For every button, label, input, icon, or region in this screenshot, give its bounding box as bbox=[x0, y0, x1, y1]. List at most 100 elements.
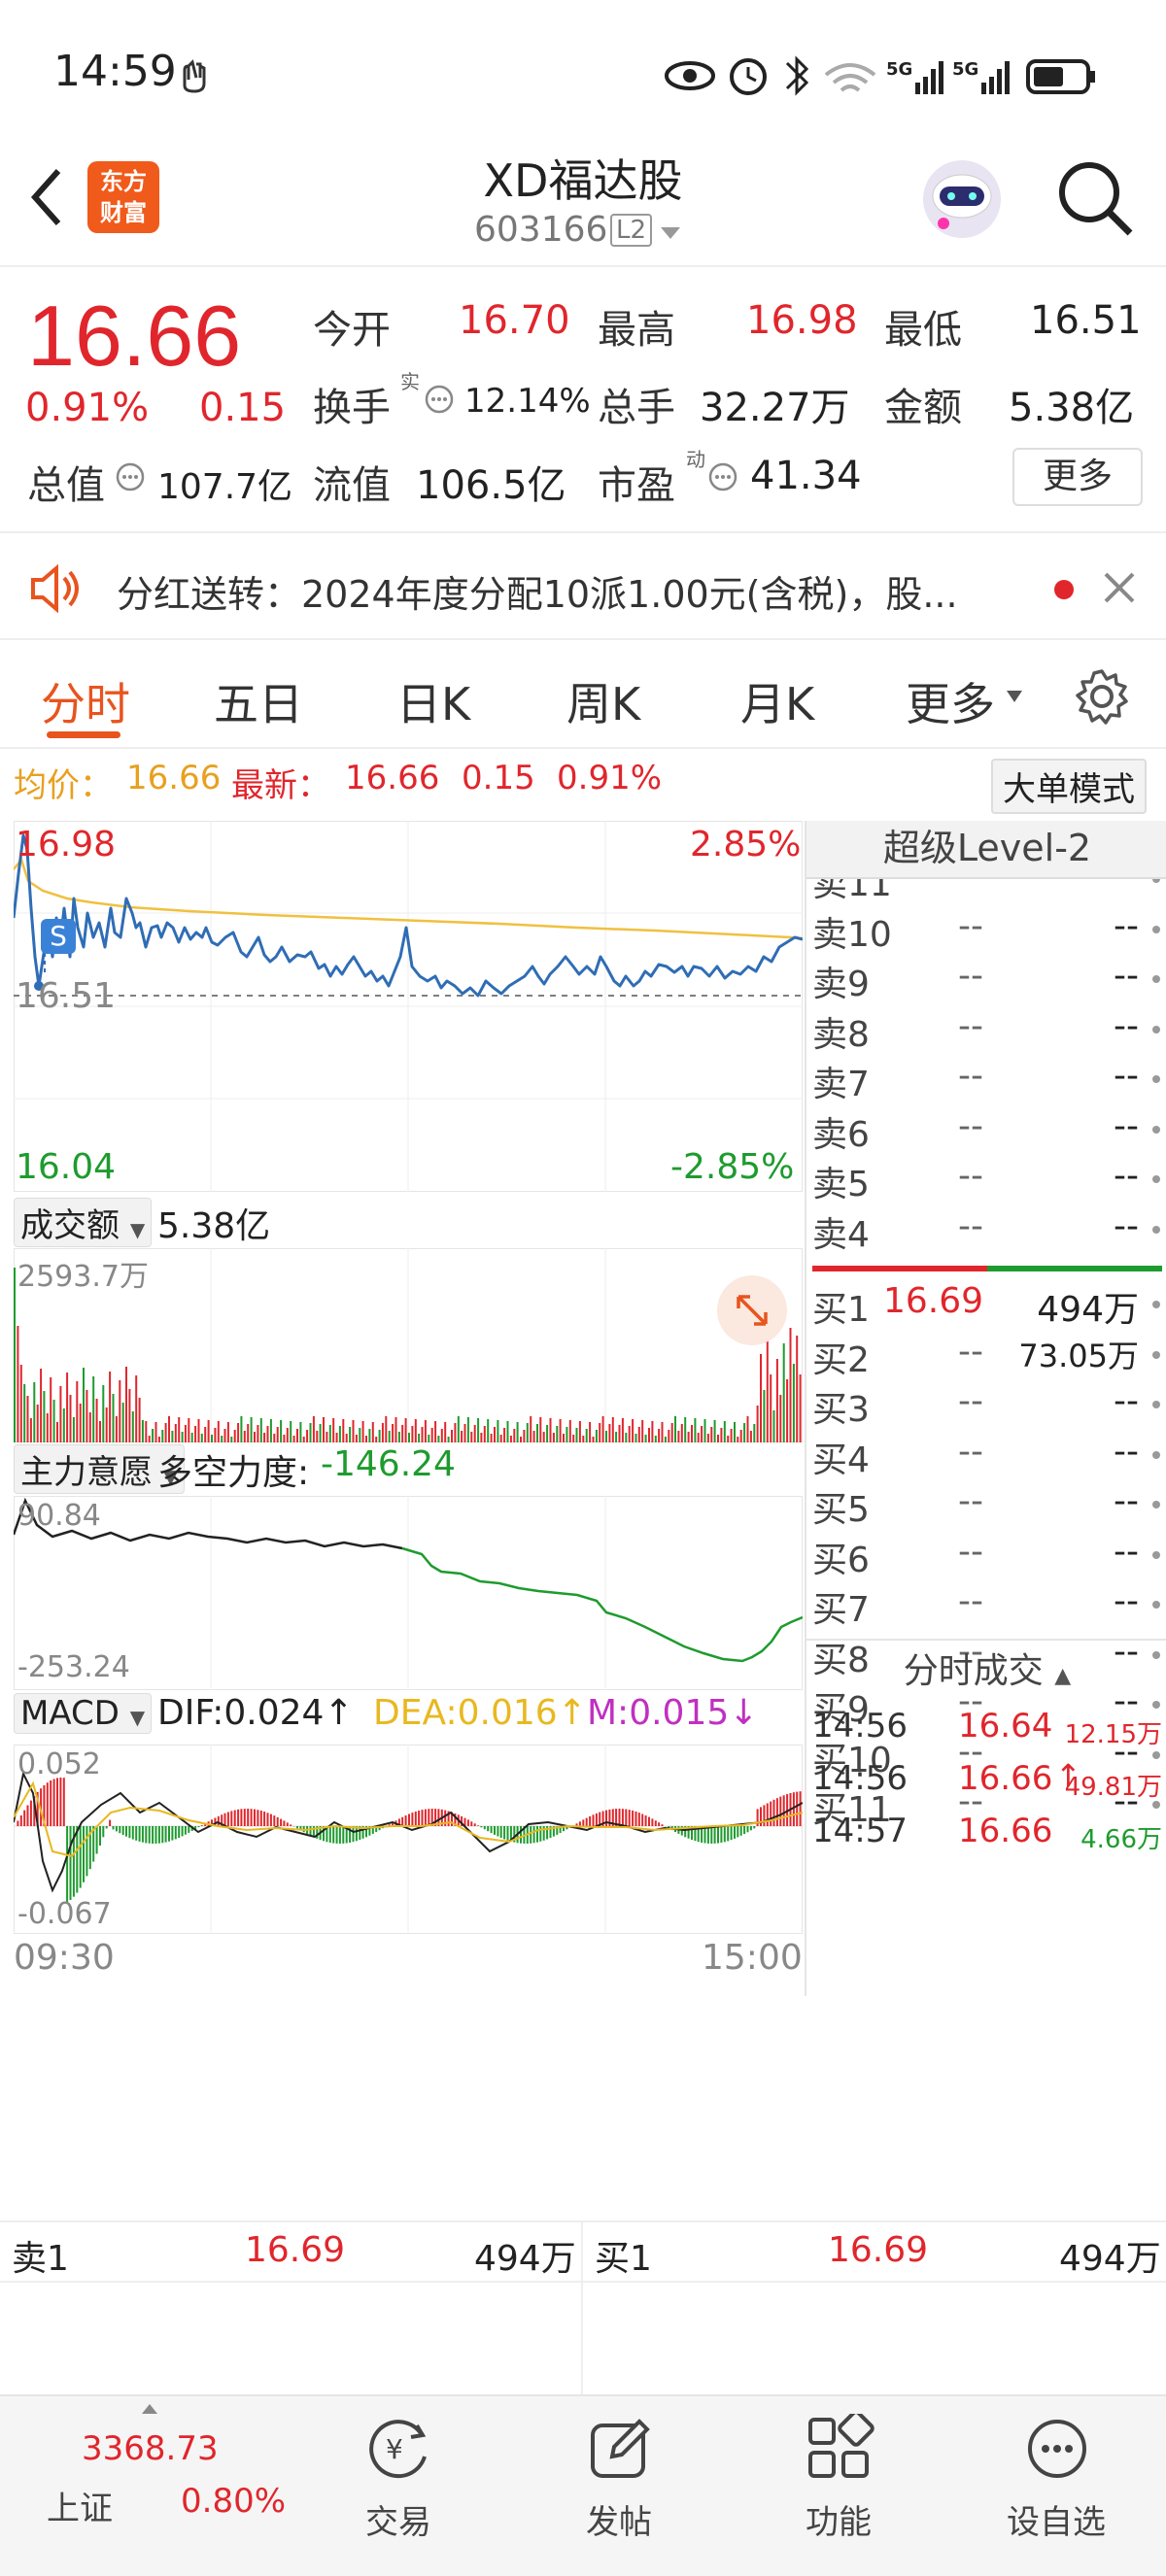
trade-volume: 49.81万 bbox=[1064, 1773, 1162, 1802]
order-level-label: 买7 bbox=[812, 1590, 870, 1630]
row-dot bbox=[1152, 1301, 1160, 1308]
order-row[interactable]: 买7 -- -- bbox=[806, 1577, 1166, 1630]
close-icon[interactable] bbox=[1102, 570, 1137, 605]
search-icon[interactable] bbox=[1054, 157, 1136, 239]
trade-volume: 12.15万 bbox=[1064, 1720, 1162, 1749]
tab-monthly-k[interactable]: 月K bbox=[740, 669, 814, 733]
nav-functions[interactable]: 功能 bbox=[766, 2396, 911, 2576]
trades-title-row[interactable]: 分时成交 ▲ bbox=[806, 1643, 1166, 1693]
macd-bar bbox=[99, 1826, 101, 1846]
volume-bar bbox=[257, 1425, 259, 1442]
speaker-icon bbox=[31, 564, 79, 613]
chevron-down-icon[interactable] bbox=[1005, 689, 1024, 704]
volume-bar bbox=[119, 1380, 121, 1442]
macd-bar bbox=[641, 1813, 644, 1826]
order-row[interactable]: 卖11---- bbox=[806, 879, 1166, 904]
order-row[interactable]: 买2 -- 73.05万 bbox=[806, 1328, 1166, 1380]
nav-post-label: 发帖 bbox=[586, 2503, 652, 2542]
volume-bar bbox=[214, 1428, 217, 1442]
volume-bar bbox=[566, 1427, 568, 1442]
volume-bar bbox=[599, 1423, 601, 1442]
dividend-notice[interactable]: 分红送转：2024年度分配10派1.00元(含税)，股... bbox=[0, 531, 1166, 640]
tab-more[interactable]: 更多 bbox=[906, 669, 995, 733]
macd-select[interactable]: MACD ▼ bbox=[14, 1693, 153, 1734]
volume-bar bbox=[674, 1416, 676, 1442]
order-row[interactable]: 买1 16.69 494万 bbox=[806, 1277, 1166, 1330]
price-chart[interactable] bbox=[14, 821, 803, 1192]
sell-signal-badge[interactable]: S bbox=[41, 919, 76, 954]
order-row[interactable]: 卖5 -- -- bbox=[806, 1152, 1166, 1204]
macd-bar bbox=[411, 1813, 414, 1826]
force-top-label: 90.84 bbox=[17, 1499, 101, 1533]
volume-bar bbox=[200, 1434, 203, 1442]
order-row[interactable]: 卖3 -- -- bbox=[806, 1252, 1166, 1262]
gear-icon[interactable] bbox=[1073, 667, 1131, 726]
volume-bar bbox=[625, 1433, 628, 1442]
order-row[interactable]: 卖10 -- -- bbox=[806, 902, 1166, 955]
macd-chart[interactable] bbox=[14, 1745, 803, 1934]
sell1-price: 16.69 bbox=[245, 2230, 346, 2270]
order-row[interactable]: 买4 -- -- bbox=[806, 1428, 1166, 1480]
tab-intraday[interactable]: 分时 bbox=[41, 669, 130, 733]
level2-title[interactable]: 超级Level-2 bbox=[806, 821, 1166, 879]
order-row[interactable]: 卖7 -- -- bbox=[806, 1052, 1166, 1104]
nav-post[interactable]: 发帖 bbox=[546, 2396, 692, 2576]
robot-avatar-icon[interactable] bbox=[918, 155, 1006, 243]
buy1-volume: 494万 bbox=[1059, 2239, 1161, 2279]
buy1-price: 16.69 bbox=[828, 2230, 929, 2270]
row-dot bbox=[1152, 1450, 1160, 1459]
macd-bar bbox=[200, 1825, 203, 1826]
volume-bar bbox=[568, 1420, 571, 1442]
macd-selector-label: MACD bbox=[20, 1694, 120, 1733]
volume-bar bbox=[112, 1394, 115, 1442]
nav-trade[interactable]: ¥ 交易 bbox=[326, 2396, 471, 2576]
volume-indicator-select[interactable]: 成交额 ▼ bbox=[14, 1198, 153, 1247]
order-row[interactable]: 卖6 -- -- bbox=[806, 1102, 1166, 1155]
macd-bar bbox=[286, 1822, 289, 1826]
level-badge[interactable]: L2 bbox=[610, 214, 653, 247]
macd-bar bbox=[753, 1826, 756, 1829]
tab-daily-k[interactable]: 日K bbox=[396, 669, 470, 733]
volume-bar bbox=[273, 1434, 276, 1442]
buy-strength-bar bbox=[987, 1266, 1162, 1271]
order-volume: -- bbox=[1114, 1056, 1139, 1096]
order-price: -- bbox=[958, 1331, 983, 1372]
order-row[interactable]: 买3 -- -- bbox=[806, 1377, 1166, 1430]
macd-bar bbox=[661, 1824, 664, 1826]
tab-five-day[interactable]: 五日 bbox=[214, 669, 303, 733]
tab-weekly-k[interactable]: 周K bbox=[566, 669, 640, 733]
pe-value: 41.34 bbox=[750, 454, 862, 498]
chevron-down-icon[interactable] bbox=[659, 225, 682, 241]
volume-bar bbox=[717, 1435, 719, 1442]
order-volume: 73.05万 bbox=[1018, 1337, 1139, 1374]
big-order-mode-button[interactable]: 大单模式 bbox=[991, 759, 1147, 814]
macd-bar bbox=[197, 1826, 200, 1828]
index-ticker[interactable]: 3368.73 上证 0.80% bbox=[0, 2396, 292, 2576]
sell1-label: 卖1 bbox=[12, 2239, 69, 2279]
more-button[interactable]: 更多 bbox=[1012, 448, 1143, 506]
volume-bar bbox=[706, 1434, 709, 1442]
volume-bar bbox=[69, 1395, 72, 1442]
nav-add-watchlist[interactable]: 设自选 bbox=[983, 2396, 1129, 2576]
order-row[interactable]: 卖4 -- -- bbox=[806, 1203, 1166, 1255]
volume-bar bbox=[615, 1432, 618, 1442]
volume-bar bbox=[628, 1426, 631, 1442]
info-dots-icon[interactable] bbox=[424, 384, 455, 415]
expand-button[interactable] bbox=[717, 1275, 787, 1345]
order-level-label: 买6 bbox=[812, 1540, 870, 1580]
macd-bar bbox=[404, 1815, 407, 1826]
macd-bottom-label: -0.067 bbox=[17, 1897, 112, 1931]
macd-bar bbox=[157, 1826, 160, 1844]
volume-bar bbox=[552, 1433, 555, 1442]
float-value: 106.5亿 bbox=[416, 463, 566, 508]
order-row[interactable]: 买6 -- -- bbox=[806, 1528, 1166, 1580]
order-row[interactable]: 买5 -- -- bbox=[806, 1477, 1166, 1530]
main-force-chart[interactable] bbox=[14, 1496, 803, 1690]
order-row[interactable]: 卖9 -- -- bbox=[806, 952, 1166, 1004]
order-row[interactable]: 卖8 -- -- bbox=[806, 1002, 1166, 1055]
trade-row: 14:56 16.66 ↑ 49.81万 bbox=[806, 1753, 1166, 1806]
info-dots-icon[interactable] bbox=[115, 461, 146, 492]
macd-bar bbox=[280, 1818, 283, 1826]
row-dot bbox=[1152, 1125, 1160, 1134]
info-dots-icon[interactable] bbox=[707, 461, 738, 492]
